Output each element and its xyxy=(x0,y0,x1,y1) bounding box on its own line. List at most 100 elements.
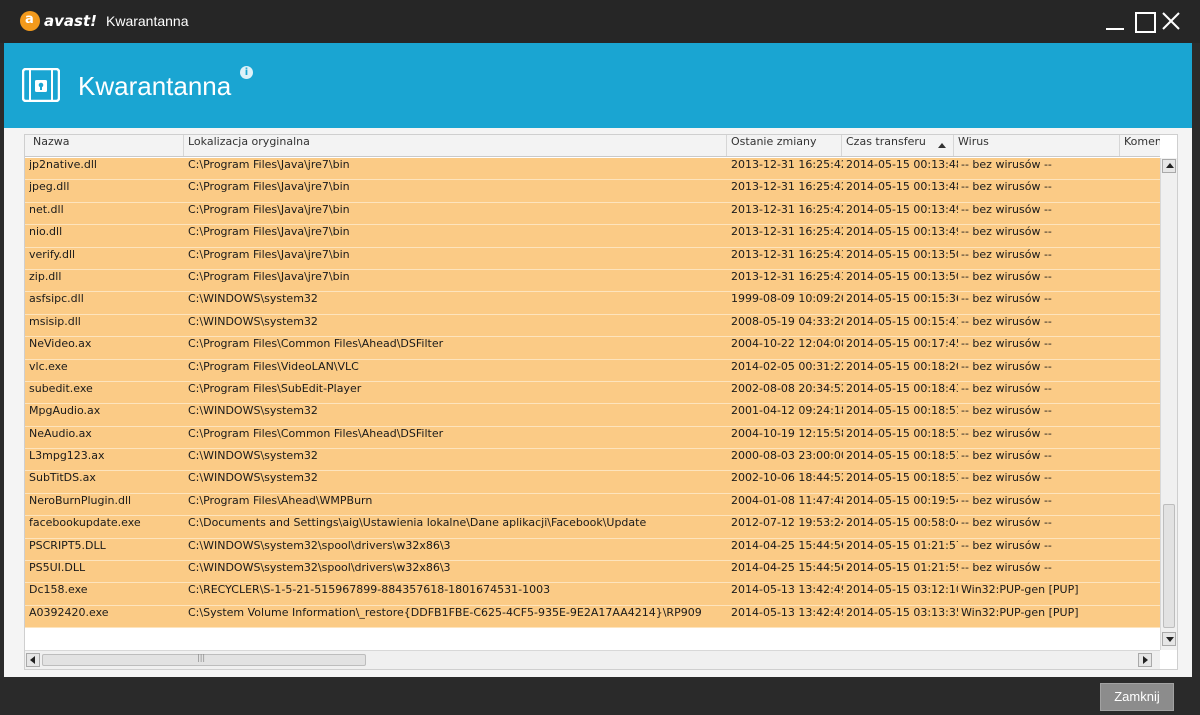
table-row[interactable]: PS5UI.DLL C:\WINDOWS\system32\spool\drive… xyxy=(25,561,1160,584)
cell-transfer: 2014-05-15 03:12:10 xyxy=(846,583,958,597)
table-row[interactable]: A0392420.exe C:\System Volume Information… xyxy=(25,605,1160,629)
cell-location: C:\Program Files\SubEdit-Player xyxy=(188,381,362,395)
cell-transfer: 2014-05-15 01:21:57 xyxy=(846,538,958,552)
column-header-virus[interactable]: Wirus xyxy=(953,135,1119,156)
cell-location: C:\Program Files\Common Files\Ahead\DSFi… xyxy=(188,426,444,440)
table-row[interactable]: msisip.dll C:\WINDOWS\system32 2008-05-19 … xyxy=(25,314,1160,338)
cell-virus: -- bez wirusów -- xyxy=(961,225,1052,239)
quarantine-vault-icon xyxy=(22,68,60,102)
cell-name: zip.dll xyxy=(29,269,62,283)
cell-name: msisip.dll xyxy=(29,314,81,328)
column-header-name[interactable]: Nazwa xyxy=(25,135,183,156)
cell-transfer: 2014-05-15 01:21:59 xyxy=(846,561,958,575)
vertical-scrollbar[interactable] xyxy=(1160,158,1177,650)
table-row[interactable]: asfsipc.dll C:\WINDOWS\system32 1999-08-09… xyxy=(25,292,1160,315)
close-button[interactable]: Zamknij xyxy=(1100,683,1174,711)
cell-location: C:\Program Files\Common Files\Ahead\DSFi… xyxy=(188,337,444,351)
cell-location: C:\Program Files\Java\jre7\bin xyxy=(188,202,350,216)
cell-name: NeVideo.ax xyxy=(29,337,92,351)
table-row[interactable]: subedit.exe C:\Program Files\SubEdit-Play… xyxy=(25,381,1160,405)
cell-modified: 2008-05-19 04:33:20 xyxy=(731,314,843,328)
cell-name: verify.dll xyxy=(29,247,76,261)
table-row[interactable]: jpeg.dll C:\Program Files\Java\jre7\bin 20… xyxy=(25,180,1160,203)
cell-transfer: 2014-05-15 00:17:45 xyxy=(846,337,958,351)
table-row[interactable]: zip.dll C:\Program Files\Java\jre7\bin 201… xyxy=(25,269,1160,293)
cell-transfer: 2014-05-15 00:13:48 xyxy=(846,158,958,171)
cell-location: C:\Program Files\Java\jre7\bin xyxy=(188,247,350,261)
table-row[interactable]: facebookupdate.exe C:\Documents and Setti… xyxy=(25,516,1160,539)
sort-ascending-icon xyxy=(938,143,946,148)
table-header: Nazwa Lokalizacja oryginalna Ostanie zmi… xyxy=(25,135,1160,157)
cell-name: nio.dll xyxy=(29,225,63,239)
cell-name: L3mpg123.ax xyxy=(29,449,105,463)
table-row[interactable]: nio.dll C:\Program Files\Java\jre7\bin 201… xyxy=(25,225,1160,248)
cell-location: C:\WINDOWS\system32 xyxy=(188,404,318,418)
cell-location: C:\WINDOWS\system32 xyxy=(188,292,318,306)
cell-location: C:\WINDOWS\system32\spool\drivers\w32x86… xyxy=(188,561,451,575)
cell-transfer: 2014-05-15 00:58:04 xyxy=(846,516,958,530)
cell-location: C:\RECYCLER\S-1-5-21-515967899-884357618… xyxy=(188,583,551,597)
cell-transfer: 2014-05-15 00:13:50 xyxy=(846,247,958,261)
table-row[interactable]: NeVideo.ax C:\Program Files\Common Files\… xyxy=(25,337,1160,360)
table-row[interactable]: SubTitDS.ax C:\WINDOWS\system32 2002-10-06… xyxy=(25,471,1160,494)
table-row[interactable]: jp2native.dll C:\Program Files\Java\jre7\… xyxy=(25,158,1160,181)
table-row[interactable]: Dc158.exe C:\RECYCLER\S-1-5-21-515967899-… xyxy=(25,583,1160,606)
close-window-button[interactable] xyxy=(1160,10,1182,32)
close-icon xyxy=(1162,12,1180,30)
minimize-button[interactable] xyxy=(1104,10,1126,32)
scroll-right-button[interactable] xyxy=(1138,653,1152,667)
cell-modified: 2002-08-08 20:34:52 xyxy=(731,381,843,395)
cell-transfer: 2014-05-15 00:15:41 xyxy=(846,314,958,328)
table-row[interactable]: L3mpg123.ax C:\WINDOWS\system32 2000-08-03… xyxy=(25,449,1160,472)
cell-modified: 2014-04-25 15:44:56 xyxy=(731,561,843,575)
cell-modified: 2013-12-31 16:25:43 xyxy=(731,247,843,261)
cell-transfer: 2014-05-15 00:13:48 xyxy=(846,180,958,194)
table-row[interactable]: net.dll C:\Program Files\Java\jre7\bin 201… xyxy=(25,202,1160,226)
cell-transfer: 2014-05-15 00:18:51 xyxy=(846,426,958,440)
cell-name: facebookupdate.exe xyxy=(29,516,141,530)
scroll-down-button[interactable] xyxy=(1162,632,1176,646)
cell-transfer: 2014-05-15 00:13:50 xyxy=(846,269,958,283)
window-title: Kwarantanna xyxy=(106,13,189,29)
cell-modified: 2000-08-03 23:00:00 xyxy=(731,449,843,463)
column-header-location[interactable]: Lokalizacja oryginalna xyxy=(183,135,726,156)
title-bar: avast! Kwarantanna xyxy=(0,0,1200,43)
table-row[interactable]: PSCRIPT5.DLL C:\WINDOWS\system32\spool\dr… xyxy=(25,538,1160,562)
cell-name: jpeg.dll xyxy=(29,180,70,194)
scroll-up-button[interactable] xyxy=(1162,159,1176,173)
table-row[interactable]: NeroBurnPlugin.dll C:\Program Files\Ahead… xyxy=(25,493,1160,517)
cell-name: PS5UI.DLL xyxy=(29,561,86,575)
cell-modified: 2012-07-12 19:53:24 xyxy=(731,516,843,530)
cell-transfer: 2014-05-15 00:13:49 xyxy=(846,202,958,216)
cell-modified: 2014-05-13 13:42:49 xyxy=(731,605,843,619)
cell-name: A0392420.exe xyxy=(29,605,109,619)
cell-virus: -- bez wirusów -- xyxy=(961,426,1052,440)
cell-virus: -- bez wirusów -- xyxy=(961,449,1052,463)
scroll-left-button[interactable] xyxy=(26,653,40,667)
column-header-transfer[interactable]: Czas transferu xyxy=(841,135,953,156)
cell-name: subedit.exe xyxy=(29,381,93,395)
column-header-transfer-label: Czas transferu xyxy=(846,135,926,148)
cell-modified: 2013-12-31 16:25:43 xyxy=(731,269,843,283)
cell-transfer: 2014-05-15 00:15:36 xyxy=(846,292,958,306)
table-row[interactable]: MpgAudio.ax C:\WINDOWS\system32 2001-04-12… xyxy=(25,404,1160,427)
quarantine-table: Nazwa Lokalizacja oryginalna Ostanie zmi… xyxy=(24,134,1178,670)
column-header-modified[interactable]: Ostanie zmiany xyxy=(726,135,841,156)
table-row[interactable]: NeAudio.ax C:\Program Files\Common Files\… xyxy=(25,426,1160,450)
table-row[interactable]: vlc.exe C:\Program Files\VideoLAN\VLC 2014… xyxy=(25,359,1160,382)
cell-transfer: 2014-05-15 00:13:49 xyxy=(846,225,958,239)
column-header-comment[interactable]: Komen xyxy=(1119,135,1160,156)
vertical-scroll-thumb[interactable] xyxy=(1163,504,1175,628)
cell-name: Dc158.exe xyxy=(29,583,88,597)
horizontal-scrollbar[interactable] xyxy=(25,650,1160,669)
maximize-button[interactable] xyxy=(1133,10,1156,33)
cell-virus: -- bez wirusów -- xyxy=(961,493,1052,507)
cell-virus: -- bez wirusów -- xyxy=(961,516,1052,530)
table-row[interactable]: verify.dll C:\Program Files\Java\jre7\bin… xyxy=(25,247,1160,270)
cell-virus: -- bez wirusów -- xyxy=(961,404,1052,418)
horizontal-scroll-thumb[interactable] xyxy=(42,653,366,666)
cell-modified: 2014-02-05 00:31:22 xyxy=(731,359,843,373)
cell-modified: 2014-05-13 13:42:49 xyxy=(731,583,843,597)
info-icon[interactable]: i xyxy=(240,66,253,79)
cell-virus: -- bez wirusów -- xyxy=(961,337,1052,351)
